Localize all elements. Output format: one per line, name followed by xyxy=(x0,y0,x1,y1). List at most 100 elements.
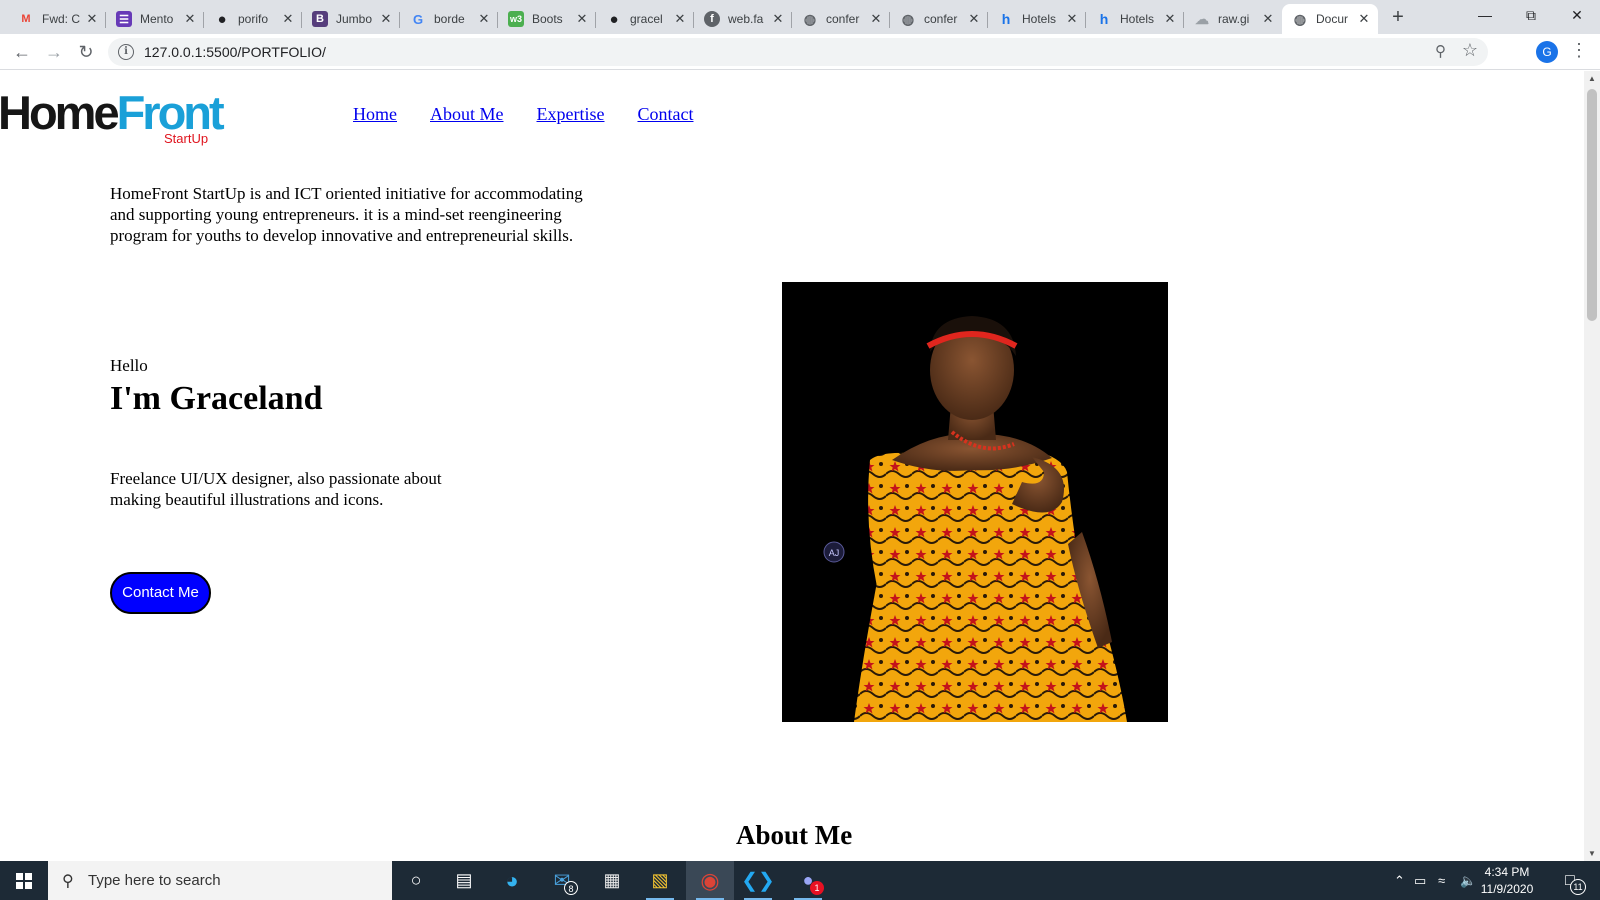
edge-icon[interactable]: ◕ xyxy=(488,861,536,900)
battery-icon[interactable]: ▭ xyxy=(1414,861,1426,900)
close-icon[interactable]: ✕ xyxy=(84,11,100,27)
homefront-logo[interactable]: HomeFront StartUp xyxy=(0,85,225,147)
browser-tab[interactable]: B Jumbo ✕ xyxy=(302,4,400,34)
vscode-icon[interactable]: ❮❯ xyxy=(734,861,782,900)
hotels-icon: h xyxy=(1001,11,1011,27)
browser-tab[interactable]: ◍ confer ✕ xyxy=(792,4,890,34)
close-icon[interactable]: ✕ xyxy=(1260,11,1276,27)
close-icon[interactable]: ✕ xyxy=(770,11,786,27)
close-icon[interactable]: ✕ xyxy=(574,11,590,27)
about-me-heading: About Me xyxy=(736,820,853,850)
google-icon: G xyxy=(412,11,424,27)
globe-icon: ◍ xyxy=(803,10,817,27)
scrollbar-thumb[interactable] xyxy=(1587,89,1597,321)
browser-tab[interactable]: ● porifo ✕ xyxy=(204,4,302,34)
nav-link-about-me[interactable]: About Me xyxy=(430,104,504,125)
bookmark-star-icon[interactable]: ☆ xyxy=(1462,40,1478,61)
nav-link-home[interactable]: Home xyxy=(353,104,397,125)
close-icon[interactable]: ✕ xyxy=(280,11,296,27)
browser-tab-active[interactable]: ◍ Docur ✕ xyxy=(1282,4,1378,34)
intro-paragraph: HomeFront StartUp is and ICT oriented in… xyxy=(110,184,583,245)
contact-me-button[interactable]: Contact Me xyxy=(110,572,211,614)
back-icon[interactable]: ← xyxy=(10,40,34,64)
taskbar-search-box[interactable]: ⚲ Type here to search xyxy=(48,861,392,900)
cloud-icon: ☁ xyxy=(1195,10,1209,27)
close-icon[interactable]: ✕ xyxy=(378,11,394,27)
bootstrap-icon: B xyxy=(312,11,328,27)
tab-title: porifo xyxy=(238,12,269,26)
watermark-text: AJ xyxy=(829,548,840,558)
browser-tab-strip: M Fwd: C ✕ ☰ Mento ✕ ● porifo ✕ B Jumbo … xyxy=(0,0,1600,34)
close-window-button[interactable]: ✕ xyxy=(1554,0,1600,30)
tab-title: Boots xyxy=(532,12,563,26)
browser-tab[interactable]: G borde ✕ xyxy=(400,4,498,34)
close-icon[interactable]: ✕ xyxy=(1356,11,1372,27)
url-text[interactable]: 127.0.0.1:5500/PORTFOLIO/ xyxy=(144,44,326,60)
system-clock[interactable]: 4:34 PM 11/9/2020 xyxy=(1472,864,1542,898)
close-icon[interactable]: ✕ xyxy=(182,11,198,27)
cortana-icon[interactable]: ○ xyxy=(392,861,440,900)
forward-icon[interactable]: → xyxy=(42,40,66,64)
close-icon[interactable]: ✕ xyxy=(1064,11,1080,27)
close-icon[interactable]: ✕ xyxy=(476,11,492,27)
chrome-icon[interactable]: ◉ xyxy=(686,861,734,900)
tab-title: web.fa xyxy=(728,12,764,26)
tab-title: confer xyxy=(924,12,958,26)
mail-icon[interactable]: ✉ 8 xyxy=(538,861,586,900)
portrait-photo: AJ xyxy=(782,282,1168,722)
tab-title: raw.gi xyxy=(1218,12,1250,26)
start-button[interactable] xyxy=(0,861,48,900)
browser-tab[interactable]: h Hotels ✕ xyxy=(988,4,1086,34)
browser-tab[interactable]: M Fwd: C ✕ xyxy=(8,4,106,34)
restore-button[interactable]: ⧉ xyxy=(1508,0,1554,30)
globe-icon: ◍ xyxy=(1293,10,1307,27)
close-icon[interactable]: ✕ xyxy=(1162,11,1178,27)
browser-tab[interactable]: f web.fa ✕ xyxy=(694,4,792,34)
close-icon[interactable]: ✕ xyxy=(966,11,982,27)
minimize-button[interactable]: — xyxy=(1462,0,1508,30)
tab-title: Mento xyxy=(140,12,174,26)
w3schools-icon: w3 xyxy=(508,11,524,27)
menu-icon[interactable]: ⋮ xyxy=(1570,40,1588,61)
tab-title: Jumbo xyxy=(336,12,373,26)
notification-center-icon[interactable]: □ 11 xyxy=(1550,861,1590,900)
gmail-icon: M xyxy=(21,13,31,25)
clock-date: 11/9/2020 xyxy=(1480,882,1534,896)
nav-link-contact[interactable]: Contact xyxy=(637,104,693,125)
scroll-up-arrow-icon[interactable]: ▲ xyxy=(1588,74,1596,83)
discord-icon[interactable]: ● 1 xyxy=(784,861,832,900)
reload-icon[interactable]: ↻ xyxy=(74,40,98,64)
new-tab-button[interactable]: + xyxy=(1386,6,1410,30)
tab-title: Docur xyxy=(1316,12,1349,26)
hotels-icon: h xyxy=(1099,11,1109,27)
search-placeholder: Type here to search xyxy=(88,872,221,889)
close-icon[interactable]: ✕ xyxy=(868,11,884,27)
browser-tab[interactable]: ● gracel ✕ xyxy=(596,4,694,34)
task-view-icon[interactable]: ▤ xyxy=(440,861,488,900)
facebook-icon: f xyxy=(704,11,720,27)
profile-avatar[interactable]: G xyxy=(1536,41,1558,63)
browser-tab[interactable]: w3 Boots ✕ xyxy=(498,4,596,34)
clock-time: 4:34 PM xyxy=(1484,865,1530,879)
address-bar[interactable]: i 127.0.0.1:5500/PORTFOLIO/ ⚲ ☆ xyxy=(108,38,1488,66)
tab-title: Hotels xyxy=(1022,12,1057,26)
show-hidden-icons-icon[interactable]: ⌃ xyxy=(1394,861,1405,900)
browser-tab[interactable]: ☁ raw.gi ✕ xyxy=(1184,4,1282,34)
store-icon[interactable]: ▦ xyxy=(588,861,636,900)
nav-link-expertise[interactable]: Expertise xyxy=(537,104,605,125)
globe-icon: ◍ xyxy=(901,10,915,27)
browser-tab[interactable]: h Hotels ✕ xyxy=(1086,4,1184,34)
zoom-icon[interactable]: ⚲ xyxy=(1435,42,1446,60)
site-info-icon[interactable]: i xyxy=(118,44,134,60)
file-explorer-icon[interactable]: ▧ xyxy=(636,861,684,900)
search-icon: ⚲ xyxy=(62,873,74,890)
page-scrollbar[interactable]: ▲ ▼ xyxy=(1584,71,1600,861)
scroll-down-arrow-icon[interactable]: ▼ xyxy=(1588,849,1596,858)
close-icon[interactable]: ✕ xyxy=(672,11,688,27)
browser-toolbar: ← → ↻ i 127.0.0.1:5500/PORTFOLIO/ ⚲ ☆ G … xyxy=(0,34,1600,70)
browser-tab[interactable]: ◍ confer ✕ xyxy=(890,4,988,34)
mail-badge: 8 xyxy=(564,881,578,895)
tab-title: gracel xyxy=(630,12,663,26)
browser-tab[interactable]: ☰ Mento ✕ xyxy=(106,4,204,34)
wifi-icon[interactable]: ≈ xyxy=(1438,861,1445,900)
